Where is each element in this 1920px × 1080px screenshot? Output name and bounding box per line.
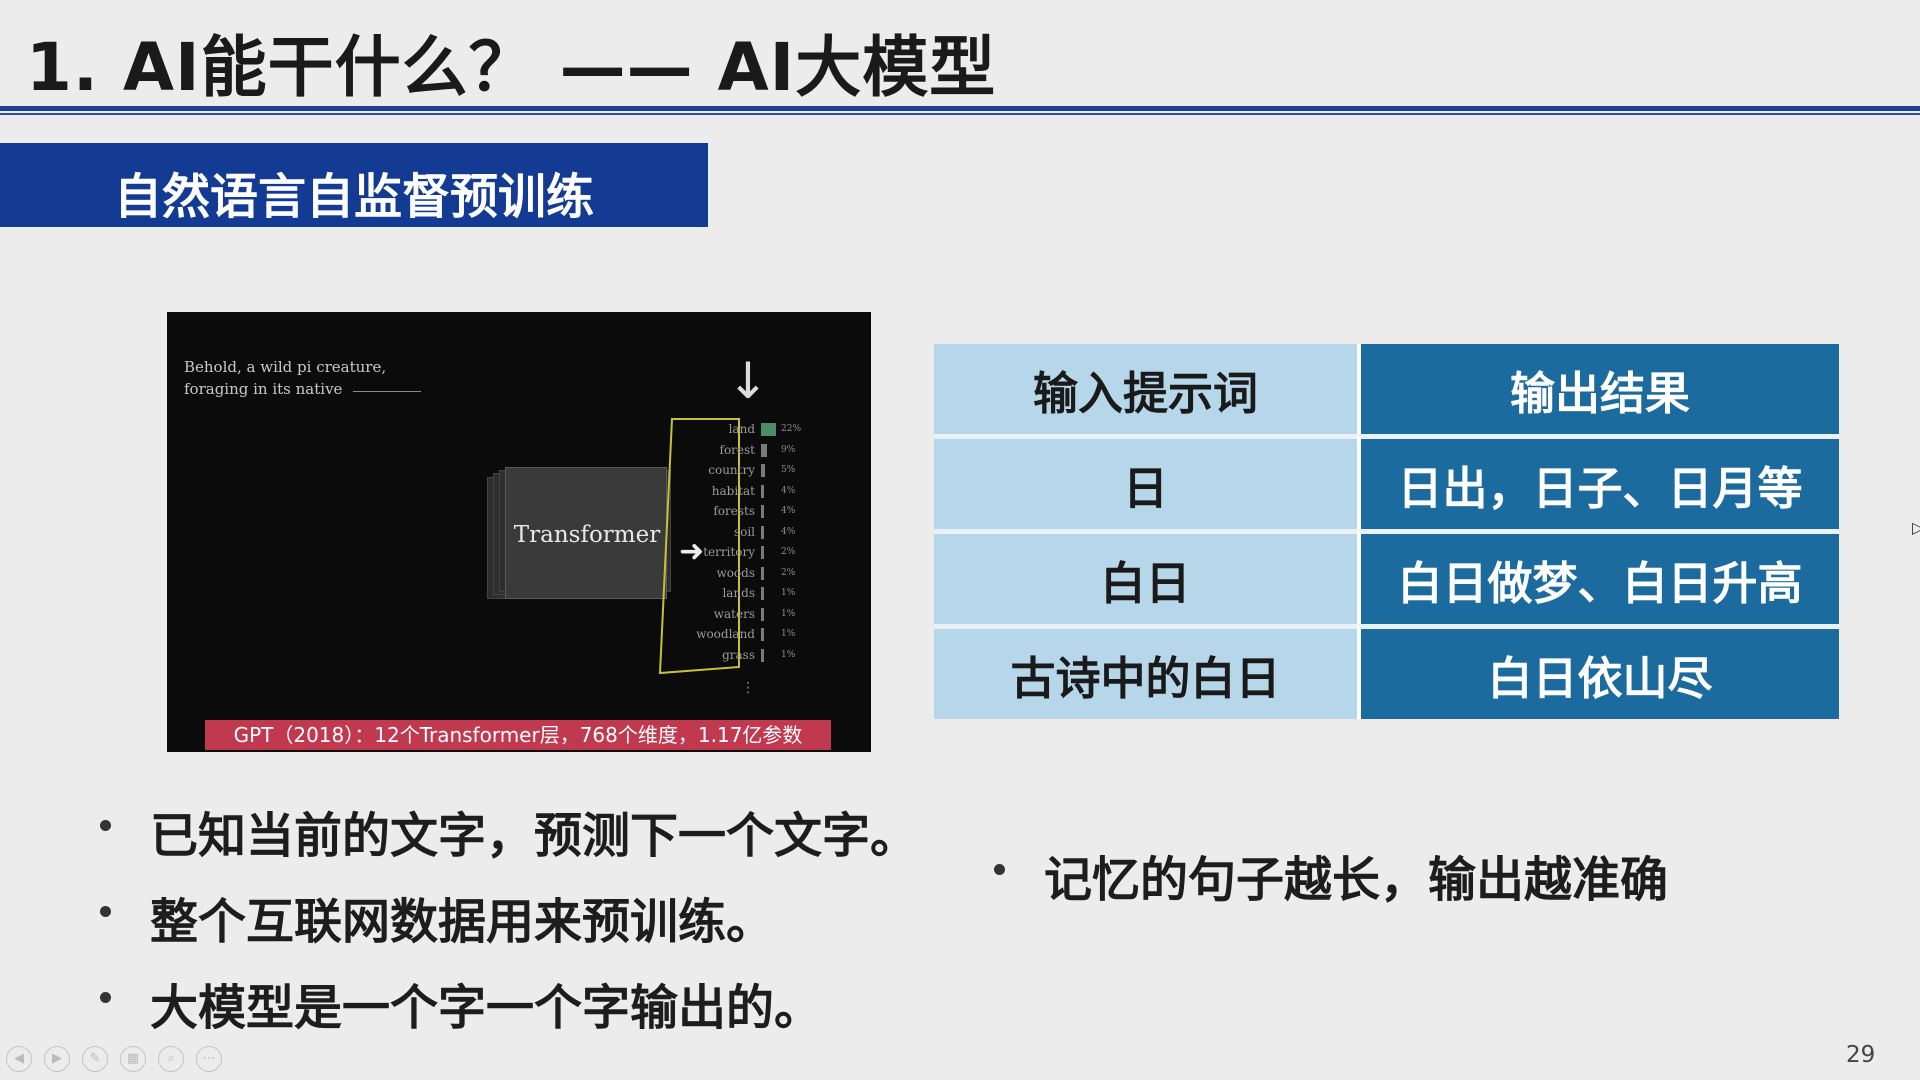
prediction-row: forest 9% — [653, 441, 813, 461]
table-header-output: 输出结果 — [1357, 344, 1839, 434]
prediction-row: lands 1% — [653, 584, 813, 604]
prediction-bar — [761, 607, 764, 621]
prediction-word: lands — [722, 586, 755, 600]
table-row: 古诗中的白日 白日依山尽 — [934, 624, 1839, 719]
bullet-dot-icon — [100, 992, 111, 1003]
prediction-row: grass 1% — [653, 646, 813, 666]
bullet-text: 已知当前的文字，预测下一个文字。 — [150, 808, 919, 864]
table-header-row: 输入提示词 输出结果 — [934, 344, 1839, 434]
prediction-row: land 22% — [653, 420, 813, 440]
table-cell-input: 日 — [934, 434, 1357, 529]
prediction-percent: 1% — [781, 588, 796, 598]
prediction-percent: 5% — [781, 465, 796, 475]
section-title: 自然语言自监督预训练 — [114, 169, 595, 225]
prediction-percent: 9% — [781, 444, 796, 455]
prediction-bar — [761, 546, 764, 559]
prediction-bar — [761, 628, 764, 641]
prediction-percent: 4% — [781, 526, 796, 537]
prediction-percent: 1% — [781, 608, 796, 619]
prediction-bar — [761, 566, 764, 580]
prediction-bar — [761, 648, 764, 662]
table-cell-input: 古诗中的白日 — [934, 624, 1357, 719]
prediction-word: forests — [713, 504, 755, 518]
prediction-word: grass — [722, 647, 755, 662]
bullet-item: 大模型是一个字一个字输出的。 — [94, 968, 918, 1054]
pen-icon[interactable]: ✎ — [82, 1046, 108, 1072]
more-icon[interactable]: ⋯ — [196, 1046, 222, 1072]
slides-icon[interactable]: ▦ — [120, 1046, 146, 1072]
prediction-word: land — [728, 422, 755, 436]
prediction-bar — [761, 525, 764, 539]
side-bullet-item: 记忆的句子越长，输出越准确 — [988, 840, 1668, 910]
bullet-dot-icon — [100, 820, 111, 831]
prediction-row: woodland 1% — [653, 625, 813, 645]
video-caption: GPT（2018）：12个Transformer层，768个维度，1.17亿参数 — [205, 720, 831, 750]
prediction-bar — [761, 443, 768, 457]
mouse-cursor-icon: ▷ — [1912, 518, 1920, 537]
prediction-word: soil — [733, 524, 755, 539]
prediction-row: forests 4% — [653, 502, 813, 522]
embedded-video-frame[interactable]: Behold, a wild pi creature, foraging in … — [167, 312, 871, 752]
prediction-row: territory 2% — [653, 543, 813, 563]
prediction-word: territory — [703, 545, 755, 559]
prediction-percent: 22% — [781, 424, 802, 434]
prediction-row: waters 1% — [653, 605, 813, 625]
prediction-word: forest — [719, 442, 755, 457]
title-divider-thin — [0, 113, 1920, 115]
prediction-word: country — [708, 463, 755, 477]
prediction-percent: 1% — [781, 649, 796, 660]
prediction-bar — [761, 505, 764, 518]
bullet-list: 已知当前的文字，预测下一个文字。 整个互联网数据用来预训练。 大模型是一个字一个… — [94, 796, 918, 1054]
section-banner: 自然语言自监督预训练 — [0, 143, 708, 227]
bullet-item: 整个互联网数据用来预训练。 — [94, 882, 918, 968]
table-cell-output: 白日做梦、白日升高 — [1357, 529, 1839, 624]
prediction-row: woods 2% — [653, 564, 813, 584]
prediction-bar — [761, 587, 764, 600]
prediction-bar — [761, 423, 777, 436]
bullet-item: 已知当前的文字，预测下一个文字。 — [94, 796, 918, 882]
slide-title: 1. AI能干什么？ —— AI大模型 — [26, 29, 997, 106]
presentation-toolbar: ◀ ▶ ✎ ▦ ⌕ ⋯ — [6, 1046, 234, 1074]
table-row: 白日 白日做梦、白日升高 — [934, 529, 1839, 624]
table-cell-output: 白日依山尽 — [1357, 624, 1839, 719]
table-cell-output: 日出，日子、日月等 — [1357, 434, 1839, 529]
prediction-percent: 2% — [781, 567, 796, 578]
table-header-input: 输入提示词 — [934, 344, 1357, 434]
more-dots: ⋮ — [741, 680, 755, 696]
prediction-word: woods — [716, 565, 755, 580]
prompt-output-table: 输入提示词 输出结果 日 日出，日子、日月等 白日 白日做梦、白日升高 古诗中的… — [934, 344, 1839, 719]
bullet-text: 整个互联网数据用来预训练。 — [150, 894, 775, 950]
bullet-text: 大模型是一个字一个字输出的。 — [150, 980, 823, 1036]
prev-icon[interactable]: ◀ — [6, 1046, 32, 1072]
prediction-list: land 22% forest 9% country 5% habitat 4% forests… — [653, 420, 801, 670]
prediction-row: soil 4% — [653, 523, 813, 543]
title-divider — [0, 106, 1920, 111]
table-row: 日 日出，日子、日月等 — [934, 434, 1839, 529]
prediction-bar — [761, 484, 764, 498]
prediction-word: waters — [713, 606, 755, 621]
prediction-bar — [761, 464, 765, 477]
page-number: 29 — [1846, 1042, 1876, 1068]
prediction-word: habitat — [711, 483, 755, 498]
side-bullet-text: 记忆的句子越长，输出越准确 — [1044, 852, 1669, 908]
prediction-percent: 4% — [781, 506, 796, 516]
zoom-icon[interactable]: ⌕ — [158, 1046, 184, 1072]
bullet-dot-icon — [100, 906, 111, 917]
prediction-percent: 1% — [781, 629, 796, 639]
bullet-dot-icon — [994, 864, 1005, 875]
prediction-percent: 4% — [781, 485, 796, 496]
table-cell-input: 白日 — [934, 529, 1357, 624]
next-icon[interactable]: ▶ — [44, 1046, 70, 1072]
prediction-row: habitat 4% — [653, 482, 813, 502]
prediction-word: woodland — [696, 627, 755, 641]
prediction-percent: 2% — [781, 547, 796, 557]
prediction-row: country 5% — [653, 461, 813, 481]
